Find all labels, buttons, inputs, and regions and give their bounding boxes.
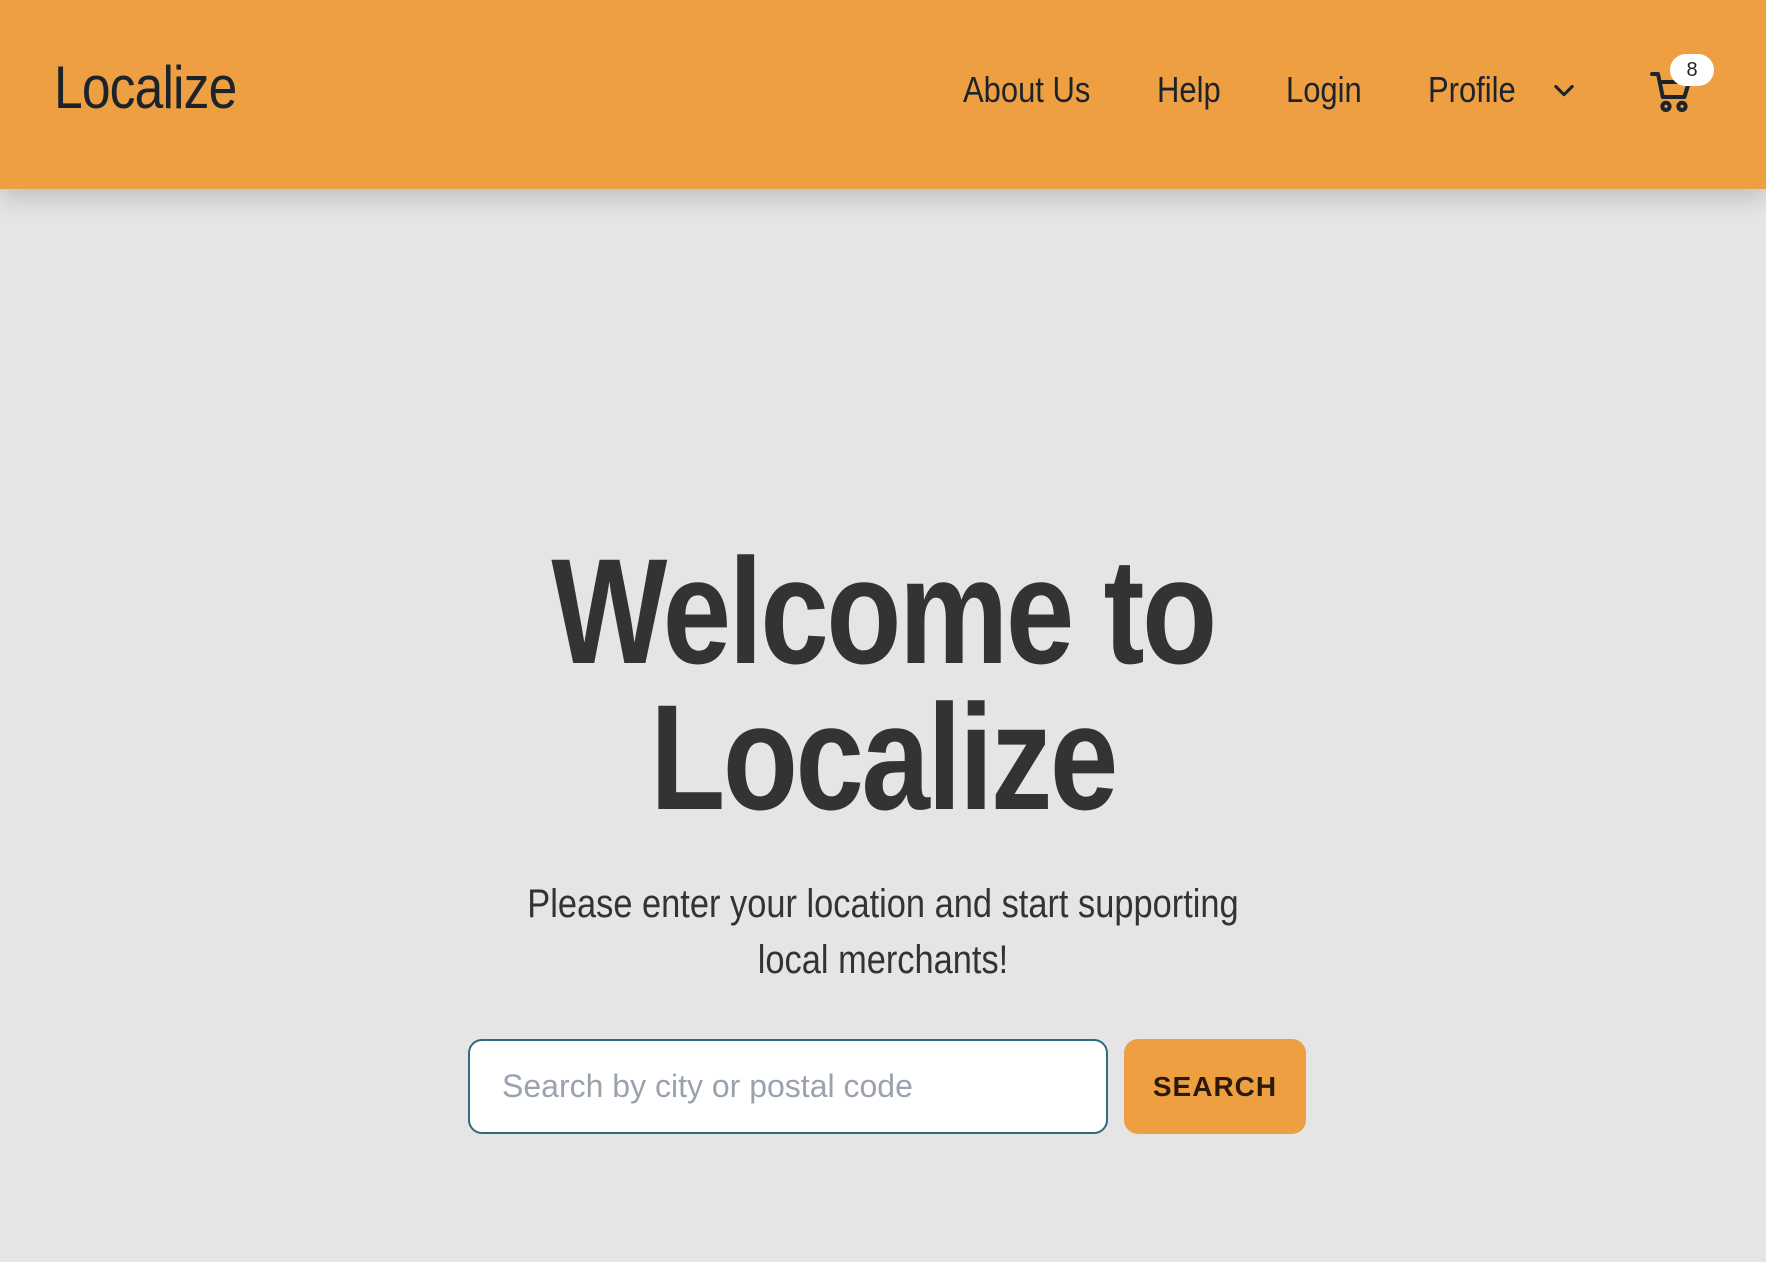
nav-link-help[interactable]: Help [1157,66,1221,114]
chevron-down-icon[interactable] [1550,76,1578,104]
hero-title: Welcome to Localize [551,527,1217,841]
nav-link-login[interactable]: Login [1286,66,1362,114]
location-search-input[interactable] [468,1039,1108,1134]
search-button[interactable]: SEARCH [1124,1039,1306,1134]
cart-count-badge: 8 [1670,54,1714,86]
brand-logo-text[interactable]: Localize [54,52,237,124]
nav-link-about-us[interactable]: About Us [963,66,1090,114]
hero-subtitle: Please enter your location and start sup… [527,882,1239,982]
nav-link-profile[interactable]: Profile [1428,66,1516,114]
top-navbar: Localize About Us Help Login Profile 8 [0,0,1766,189]
